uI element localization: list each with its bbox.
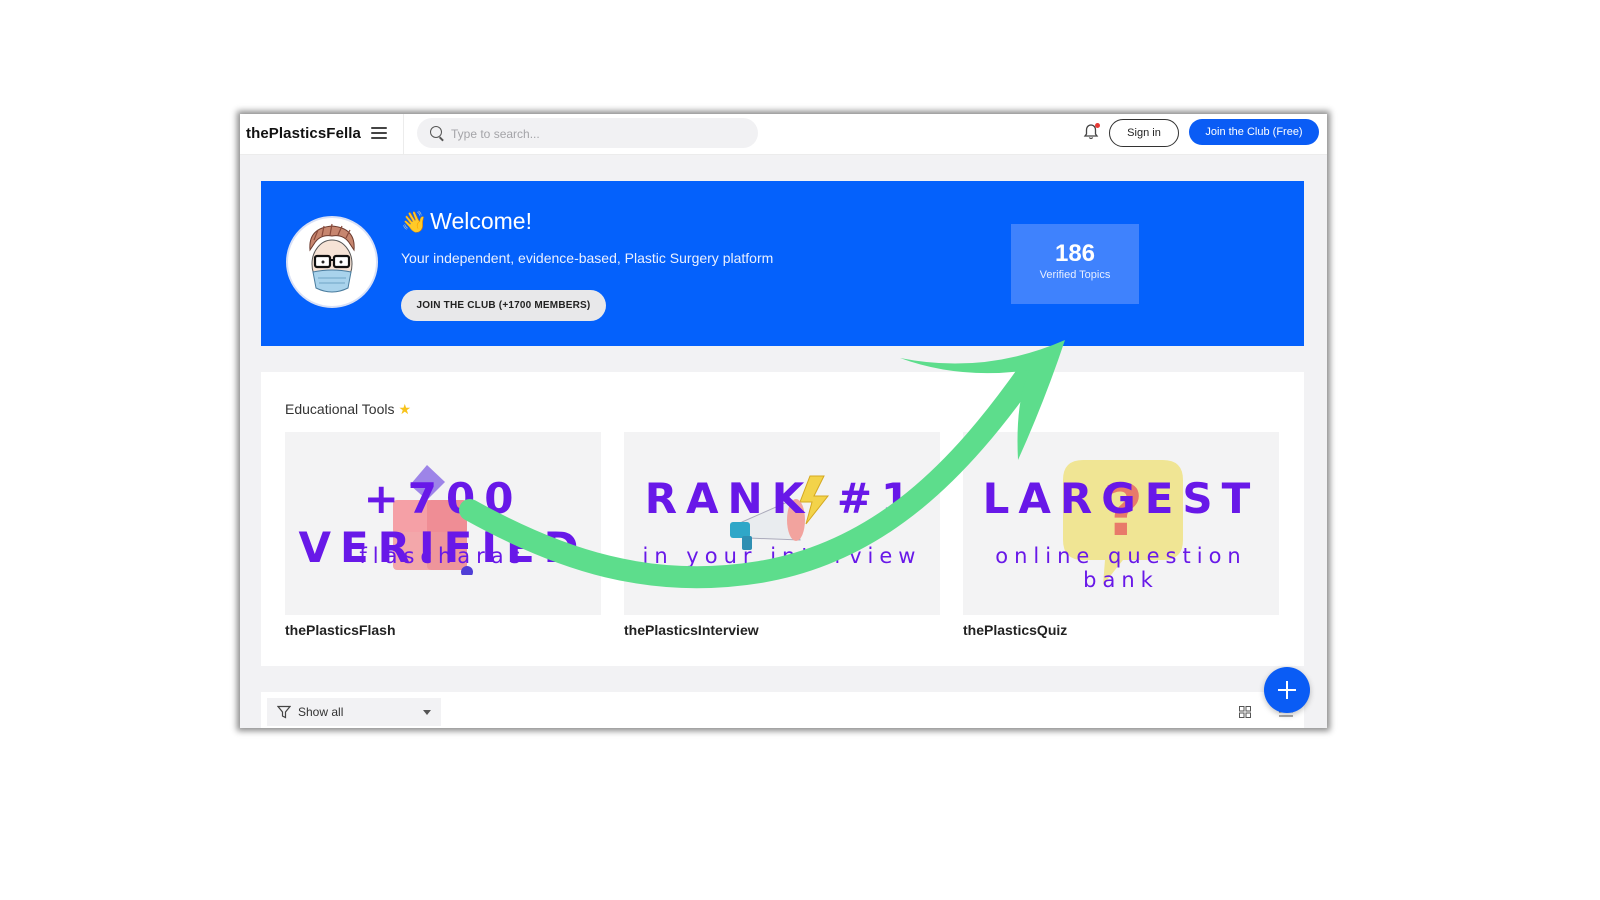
grid-view-icon[interactable] bbox=[1239, 706, 1251, 718]
card-headline: LARGEST bbox=[982, 474, 1260, 523]
notification-dot bbox=[1095, 123, 1100, 128]
navbar-divider bbox=[403, 114, 404, 154]
star-icon: ★ bbox=[398, 401, 412, 417]
waving-hand-icon: 👋 bbox=[401, 211, 428, 234]
top-navbar: thePlasticsFella Sign in Join the Club (… bbox=[240, 114, 1327, 155]
tool-card-title[interactable]: thePlasticsQuiz bbox=[963, 622, 1279, 638]
show-filter-dropdown[interactable]: Show all bbox=[267, 698, 441, 726]
filter-selected-value: Show all bbox=[298, 705, 344, 719]
verified-topics-count: 186 bbox=[1054, 240, 1096, 267]
add-button[interactable] bbox=[1264, 667, 1310, 713]
tool-card-quiz[interactable]: ? LARGEST online question bank thePlasti… bbox=[963, 432, 1279, 638]
card-subline: in your interview bbox=[642, 544, 922, 568]
card-subline: flascharas bbox=[359, 544, 527, 568]
search-input[interactable] bbox=[449, 123, 743, 145]
plus-icon bbox=[1278, 681, 1296, 699]
avatar bbox=[286, 216, 378, 308]
tool-card-flash[interactable]: +700 VERIFIED flascharas thePlasticsFlas… bbox=[285, 432, 601, 638]
card-headline: RANK #1 bbox=[644, 474, 920, 523]
tool-card-interview[interactable]: RANK #1 in your interview thePlasticsInt… bbox=[624, 432, 940, 638]
filter-bar: Show all bbox=[261, 692, 1304, 728]
educational-tools-section: Educational Tools ★ +700 VERIFIED flascha… bbox=[261, 372, 1304, 666]
notification-bell-icon[interactable] bbox=[1083, 123, 1101, 143]
join-club-members-button[interactable]: JOIN THE CLUB (+1700 MEMBERS) bbox=[401, 290, 606, 321]
tool-card-thumbnail[interactable]: +700 VERIFIED flascharas bbox=[285, 432, 601, 615]
card-subline: online question bank bbox=[995, 544, 1247, 592]
educational-tools-label: Educational Tools bbox=[285, 401, 395, 417]
app-window: thePlasticsFella Sign in Join the Club (… bbox=[240, 114, 1327, 728]
filter-icon bbox=[277, 705, 291, 719]
welcome-title: Welcome! bbox=[430, 208, 532, 234]
search-bar[interactable] bbox=[417, 118, 758, 148]
welcome-tagline: Your independent, evidence-based, Plasti… bbox=[401, 250, 774, 266]
join-club-free-button[interactable]: Join the Club (Free) bbox=[1189, 119, 1319, 145]
chevron-down-icon bbox=[423, 710, 431, 715]
brand-logo[interactable]: thePlasticsFella bbox=[246, 125, 361, 142]
tool-card-thumbnail[interactable]: ? LARGEST online question bank bbox=[963, 432, 1279, 615]
section-title: Educational Tools ★ bbox=[285, 401, 411, 418]
verified-topics-stat: 186 Verified Topics bbox=[1011, 224, 1139, 304]
welcome-heading: 👋 Welcome! bbox=[401, 208, 532, 235]
welcome-banner: 👋 Welcome! Your independent, evidence-bas… bbox=[261, 181, 1304, 346]
tool-card-thumbnail[interactable]: RANK #1 in your interview bbox=[624, 432, 940, 615]
tool-card-title[interactable]: thePlasticsInterview bbox=[624, 622, 940, 638]
tool-card-title[interactable]: thePlasticsFlash bbox=[285, 622, 601, 638]
sign-in-button[interactable]: Sign in bbox=[1109, 119, 1179, 147]
verified-topics-label: Verified Topics bbox=[1039, 269, 1111, 281]
search-icon bbox=[430, 126, 442, 138]
hamburger-menu-icon[interactable] bbox=[371, 125, 387, 141]
